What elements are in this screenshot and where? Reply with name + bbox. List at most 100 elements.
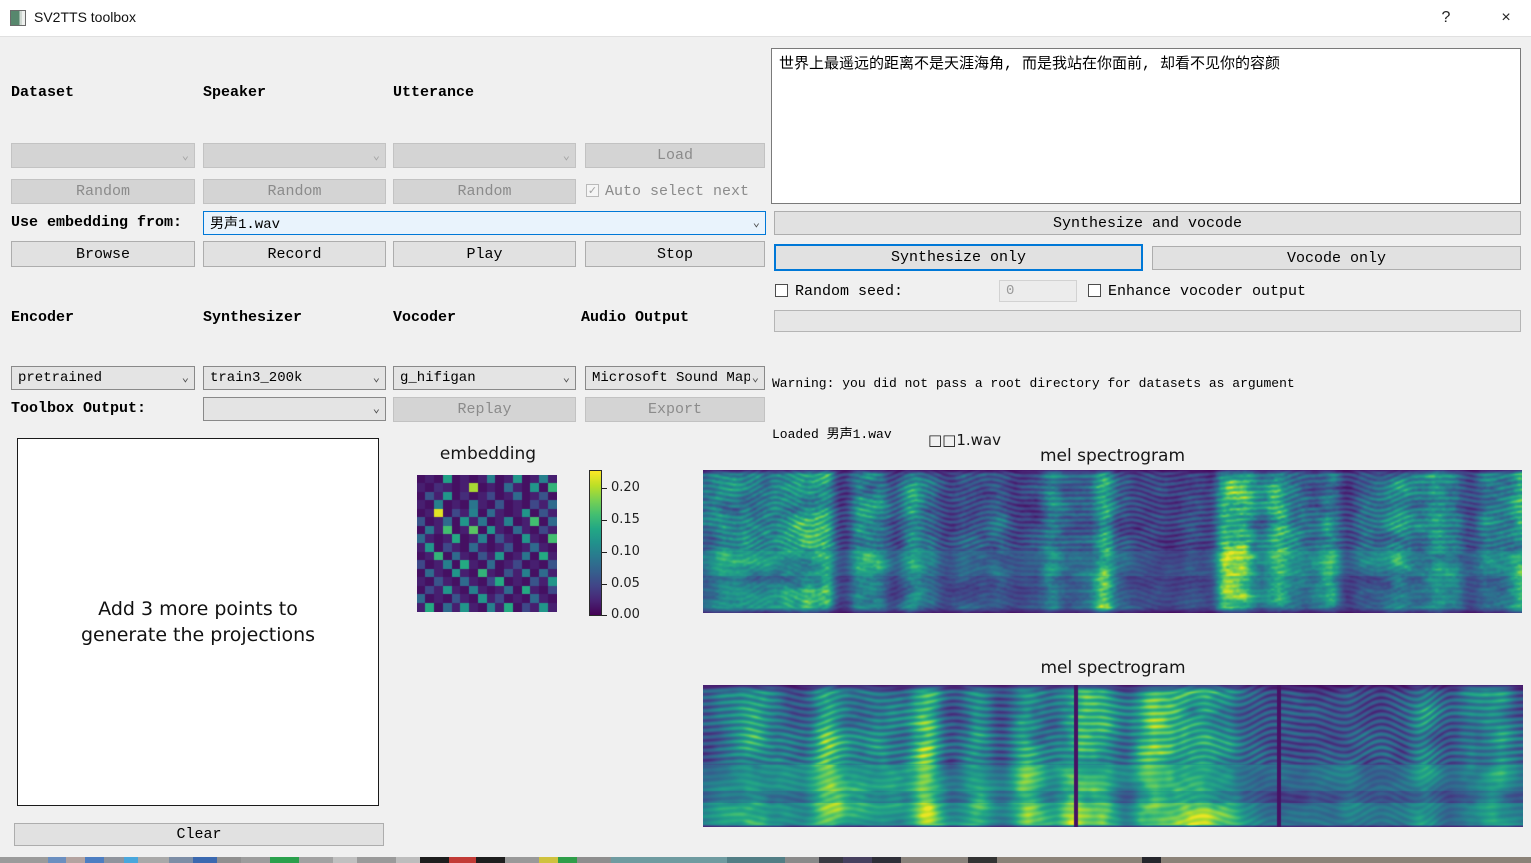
projection-message-line1: Add 3 more points to [98, 596, 298, 622]
toolbox-output-combobox[interactable]: ⌄ [203, 397, 386, 421]
export-button[interactable]: Export [585, 397, 765, 422]
taskbar-segment [476, 857, 505, 863]
taskbar-segment [138, 857, 169, 863]
embedding-source-combobox[interactable]: 男声1.wav ⌄ [203, 211, 766, 235]
colorbar-tick [602, 488, 607, 489]
log-line: Warning: you did not pass a root directo… [772, 375, 1528, 392]
synthesizer-label: Synthesizer [203, 309, 302, 326]
window-title: SV2TTS toolbox [34, 9, 136, 25]
taskbar-segment [968, 857, 997, 863]
taskbar-segment [357, 857, 396, 863]
mel-spectrogram-1-canvas [703, 470, 1522, 613]
taskbar-segment [785, 857, 819, 863]
taskbar-segment [217, 857, 241, 863]
random-seed-label: Random seed: [795, 283, 903, 300]
embedding-colorbar [589, 470, 602, 616]
embedding-source-label: Use embedding from: [11, 214, 182, 231]
taskbar-segment [577, 857, 611, 863]
taskbar-segment [997, 857, 1142, 863]
auto-select-label: Auto select next [605, 183, 749, 200]
text-prompt-textarea[interactable]: 世界上最遥远的距离不是天涯海角, 而是我站在你面前, 却看不见你的容颜 [771, 48, 1521, 204]
mel-spectrogram-2-canvas [703, 685, 1523, 827]
help-button[interactable]: ? [1432, 7, 1460, 29]
speaker-random-button[interactable]: Random [203, 179, 386, 204]
utterance-combobox[interactable]: ⌄ [393, 143, 576, 168]
record-button[interactable]: Record [203, 241, 386, 267]
utterance-random-button[interactable]: Random [393, 179, 576, 204]
vocode-only-button[interactable]: Vocode only [1152, 246, 1521, 270]
taskbar-segment [241, 857, 270, 863]
taskbar-segment [819, 857, 843, 863]
mel-spectrogram-1-title: mel spectrogram [703, 446, 1522, 466]
colorbar-tick-label: 0.00 [611, 607, 640, 622]
taskbar-segment [66, 857, 85, 863]
taskbar-segment [124, 857, 138, 863]
seed-input[interactable] [999, 280, 1077, 302]
colorbar-tick-label: 0.20 [611, 480, 640, 495]
enhance-vocoder-checkbox[interactable] [1088, 284, 1101, 297]
taskbar-segment [169, 857, 193, 863]
taskbar-segment [449, 857, 476, 863]
taskbar-segment [420, 857, 449, 863]
vocoder-combobox[interactable]: g_hifigan⌄ [393, 366, 576, 390]
colorbar-tick [602, 615, 607, 616]
taskbar-segment [558, 857, 577, 863]
speaker-label: Speaker [203, 84, 266, 101]
log-line: Loaded 男声1.wav [772, 426, 1528, 443]
synthesize-only-button[interactable]: Synthesize only [774, 244, 1143, 271]
progress-bar [774, 310, 1521, 332]
taskbar-segment [299, 857, 333, 863]
chevron-down-icon: ⌄ [563, 150, 570, 162]
chevron-down-icon: ⌄ [373, 372, 380, 384]
replay-button[interactable]: Replay [393, 397, 576, 422]
toolbox-output-label: Toolbox Output: [11, 400, 146, 417]
load-button[interactable]: Load [585, 143, 765, 168]
colorbar-tick [602, 552, 607, 553]
chevron-down-icon: ⌄ [373, 403, 380, 415]
audio-output-combobox[interactable]: Microsoft Sound Mapp⌄ [585, 366, 765, 390]
app-window: SV2TTS toolbox ? × Dataset Speaker Utter… [0, 0, 1531, 863]
taskbar-segment [505, 857, 539, 863]
taskbar-strip [0, 857, 1531, 863]
taskbar-segment [901, 857, 969, 863]
app-icon [10, 10, 26, 26]
random-seed-checkbox[interactable] [775, 284, 788, 297]
clear-button[interactable]: Clear [14, 823, 384, 846]
colorbar-tick [602, 584, 607, 585]
taskbar-segment [270, 857, 299, 863]
taskbar-segment [0, 857, 48, 863]
auto-select-checkbox[interactable]: ✓ [586, 184, 599, 197]
taskbar-segment [48, 857, 65, 863]
taskbar-segment [104, 857, 123, 863]
taskbar-segment [539, 857, 558, 863]
chevron-down-icon: ⌄ [373, 150, 380, 162]
mel-spectrogram-2-title: mel spectrogram [703, 658, 1523, 678]
speaker-combobox[interactable]: ⌄ [203, 143, 386, 168]
embedding-title: embedding [402, 444, 574, 464]
stop-button[interactable]: Stop [585, 241, 765, 267]
close-button[interactable]: × [1492, 7, 1520, 29]
synthesize-and-vocode-button[interactable]: Synthesize and vocode [774, 211, 1521, 235]
enhance-vocoder-label: Enhance vocoder output [1108, 283, 1306, 300]
taskbar-segment [843, 857, 872, 863]
audio-output-label: Audio Output [581, 309, 689, 326]
taskbar-segment [396, 857, 420, 863]
encoder-combobox[interactable]: pretrained⌄ [11, 366, 195, 390]
projection-message-line2: generate the projections [81, 622, 315, 648]
colorbar-tick-label: 0.10 [611, 544, 640, 559]
taskbar-segment [85, 857, 104, 863]
play-button[interactable]: Play [393, 241, 576, 267]
encoder-label: Encoder [11, 309, 74, 326]
dataset-combobox[interactable]: ⌄ [11, 143, 195, 168]
taskbar-segment [1142, 857, 1161, 863]
vocoder-label: Vocoder [393, 309, 456, 326]
browse-button[interactable]: Browse [11, 241, 195, 267]
utterance-label: Utterance [393, 84, 474, 101]
chevron-down-icon: ⌄ [182, 372, 189, 384]
taskbar-segment [611, 857, 727, 863]
dataset-random-button[interactable]: Random [11, 179, 195, 204]
synthesizer-combobox[interactable]: train3_200k⌄ [203, 366, 386, 390]
taskbar-segment [193, 857, 217, 863]
taskbar-segment [872, 857, 901, 863]
embedding-heatmap-canvas [417, 475, 557, 612]
